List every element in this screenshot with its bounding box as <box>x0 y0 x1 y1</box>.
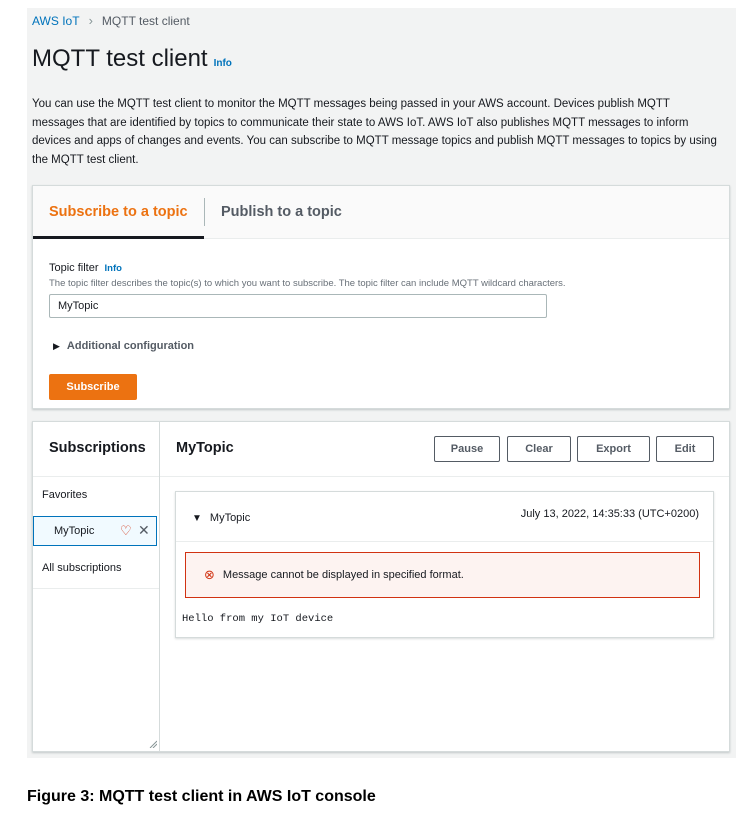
topic-filter-label-row: Topic filter Info <box>49 262 122 274</box>
page-description: You can use the MQTT test client to moni… <box>32 98 717 166</box>
breadcrumb-current: MQTT test client <box>101 13 190 28</box>
favorites-label: Favorites <box>42 489 88 501</box>
divider <box>33 476 159 477</box>
topic-filter-description: The topic filter describes the topic(s) … <box>49 278 566 289</box>
topic-filter-input[interactable] <box>49 294 547 318</box>
error-alert: ⊗ Message cannot be displayed in specifi… <box>185 552 700 598</box>
all-subscriptions-link[interactable]: All subscriptions <box>42 562 121 574</box>
additional-configuration-toggle[interactable]: ▶ Additional configuration <box>53 340 194 352</box>
subscriptions-title: Subscriptions <box>49 440 146 456</box>
clear-button[interactable]: Clear <box>507 436 571 462</box>
subscriptions-sidebar: Subscriptions Favorites MyTopic ♡ ✕ All … <box>33 422 160 751</box>
subscribe-button[interactable]: Subscribe <box>49 374 137 400</box>
tab-publish[interactable]: Publish to a topic <box>205 186 358 238</box>
breadcrumb-aws-iot[interactable]: AWS IoT <box>32 14 80 28</box>
topic-filter-info-link[interactable]: Info <box>105 263 122 274</box>
pause-button[interactable]: Pause <box>434 436 500 462</box>
divider <box>176 541 713 542</box>
topic-filter-label: Topic filter <box>49 262 99 274</box>
page-title-row: MQTT test client Info <box>32 45 232 73</box>
chevron-right-icon: › <box>88 13 93 28</box>
resize-grip-icon[interactable] <box>149 740 157 748</box>
figure-caption: Figure 3: MQTT test client in AWS IoT co… <box>27 788 376 805</box>
divider <box>33 588 159 589</box>
page-title: MQTT test client <box>32 45 208 72</box>
tab-bar: Subscribe to a topic Publish to a topic <box>33 186 729 239</box>
message-timestamp: July 13, 2022, 14:35:33 (UTC+0200) <box>520 508 699 520</box>
heart-icon[interactable]: ♡ <box>120 523 132 539</box>
message-card: ▼ MyTopic July 13, 2022, 14:35:33 (UTC+0… <box>175 491 714 638</box>
caret-right-icon: ▶ <box>53 340 60 351</box>
subscriptions-panel: Subscriptions Favorites MyTopic ♡ ✕ All … <box>32 421 730 752</box>
error-icon: ⊗ <box>204 567 215 582</box>
export-button[interactable]: Export <box>577 436 650 462</box>
breadcrumb: AWS IoT › MQTT test client <box>32 13 190 28</box>
subscription-item-label: MyTopic <box>54 525 95 537</box>
tab-subscribe[interactable]: Subscribe to a topic <box>33 186 204 239</box>
message-topic: MyTopic <box>209 512 251 524</box>
edit-button[interactable]: Edit <box>656 436 714 462</box>
page-info-link[interactable]: Info <box>214 58 232 69</box>
error-alert-text: Message cannot be displayed in specified… <box>222 569 464 581</box>
close-icon[interactable]: ✕ <box>138 522 150 539</box>
divider <box>160 476 729 477</box>
message-payload: Hello from my IoT device <box>182 613 334 625</box>
caret-down-icon: ▼ <box>192 512 202 524</box>
additional-configuration-label: Additional configuration <box>66 340 195 352</box>
console: AWS IoT › MQTT test client MQTT test cli… <box>27 8 736 758</box>
subscription-item-mytopic[interactable]: MyTopic ♡ ✕ <box>33 516 157 546</box>
topic-view-title: MyTopic <box>176 440 234 456</box>
message-topic-toggle[interactable]: ▼ MyTopic <box>192 512 250 524</box>
subscribe-panel: Subscribe to a topic Publish to a topic … <box>32 185 730 409</box>
